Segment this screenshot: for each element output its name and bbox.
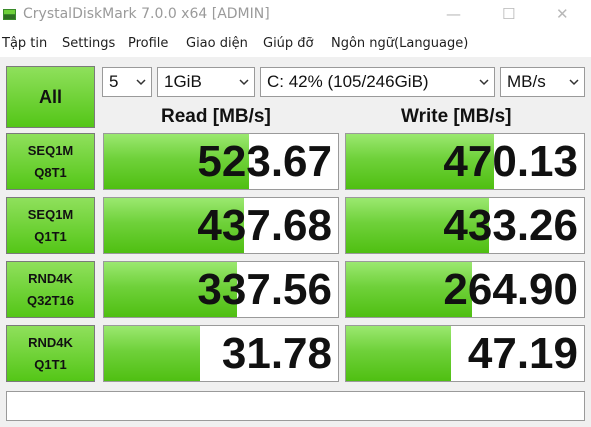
drive-value: C: 42% (105/246GiB) xyxy=(267,72,429,91)
read-result-cell: 523.67 xyxy=(103,133,339,190)
test-params: Q8T1 xyxy=(34,164,67,180)
read-bar xyxy=(104,326,200,381)
test-name: RND4K xyxy=(28,270,73,286)
comment-input[interactable] xyxy=(6,391,585,421)
count-select[interactable]: 5 xyxy=(102,67,152,97)
write-value: 47.19 xyxy=(467,329,578,378)
app-window: CrystalDiskMark 7.0.0 x64 [ADMIN] — ☐ ✕ … xyxy=(0,0,591,427)
read-result-cell: 337.56 xyxy=(103,261,339,318)
read-value: 337.56 xyxy=(197,265,332,314)
menu-theme[interactable]: Giao diện xyxy=(186,36,248,51)
title-bar: CrystalDiskMark 7.0.0 x64 [ADMIN] — ☐ ✕ xyxy=(0,0,591,31)
test-button-rnd4k-q32t16[interactable]: RND4K Q32T16 xyxy=(6,261,95,318)
write-result-cell: 433.26 xyxy=(345,197,585,254)
menu-help[interactable]: Giúp đỡ xyxy=(263,36,314,51)
write-result-cell: 47.19 xyxy=(345,325,585,382)
unit-value: MB/s xyxy=(507,72,546,91)
test-name: SEQ1M xyxy=(27,206,74,222)
write-result-cell: 264.90 xyxy=(345,261,585,318)
test-params: Q1T1 xyxy=(34,228,67,244)
chevron-down-icon xyxy=(239,79,249,86)
read-result-cell: 437.68 xyxy=(103,197,339,254)
drive-select[interactable]: C: 42% (105/246GiB) xyxy=(260,67,495,97)
chevron-down-icon xyxy=(569,79,579,86)
menu-file[interactable]: Tập tin xyxy=(2,36,47,51)
unit-select[interactable]: MB/s xyxy=(500,67,585,97)
test-button-rnd4k-q1t1[interactable]: RND4K Q1T1 xyxy=(6,325,95,382)
write-value: 470.13 xyxy=(443,137,578,186)
size-select[interactable]: 1GiB xyxy=(157,67,255,97)
read-value: 437.68 xyxy=(197,201,332,250)
test-name: RND4K xyxy=(28,334,73,350)
write-value: 433.26 xyxy=(443,201,578,250)
window-title: CrystalDiskMark 7.0.0 x64 [ADMIN] xyxy=(23,6,270,22)
read-value: 523.67 xyxy=(197,137,332,186)
test-params: Q32T16 xyxy=(27,292,74,308)
write-value: 264.90 xyxy=(443,265,578,314)
app-icon xyxy=(3,9,16,20)
test-button-seq1m-q8t1[interactable]: SEQ1M Q8T1 xyxy=(6,133,95,190)
write-bar xyxy=(346,326,451,381)
menu-bar: Tập tin Settings Profile Giao diện Giúp … xyxy=(0,31,591,57)
close-button[interactable]: ✕ xyxy=(540,0,586,31)
read-value: 31.78 xyxy=(221,329,332,378)
size-value: 1GiB xyxy=(164,72,202,91)
menu-language[interactable]: Ngôn ngữ(Language) xyxy=(331,36,468,51)
menu-profile[interactable]: Profile xyxy=(128,36,168,51)
test-params: Q1T1 xyxy=(34,356,67,372)
menu-settings[interactable]: Settings xyxy=(62,36,115,51)
all-button[interactable]: All xyxy=(6,66,95,128)
test-name: SEQ1M xyxy=(27,142,74,158)
chevron-down-icon xyxy=(479,79,489,86)
count-value: 5 xyxy=(109,72,119,91)
maximize-icon: ☐ xyxy=(502,5,516,23)
read-result-cell: 31.78 xyxy=(103,325,339,382)
minimize-icon: — xyxy=(446,5,461,23)
write-result-cell: 470.13 xyxy=(345,133,585,190)
write-header: Write [MB/s] xyxy=(401,106,512,127)
maximize-button[interactable]: ☐ xyxy=(486,0,532,31)
close-icon: ✕ xyxy=(556,5,569,23)
test-button-seq1m-q1t1[interactable]: SEQ1M Q1T1 xyxy=(6,197,95,254)
chevron-down-icon xyxy=(136,79,146,86)
read-header: Read [MB/s] xyxy=(161,106,271,127)
minimize-button[interactable]: — xyxy=(430,0,476,31)
